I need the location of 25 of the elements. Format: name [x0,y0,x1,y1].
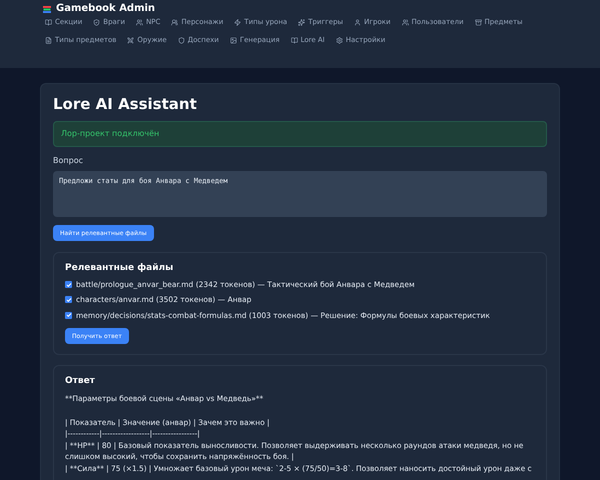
checkbox[interactable] [65,281,72,288]
gear-icon [336,37,343,44]
page-title: Lore AI Assistant [53,96,198,112]
checkbox[interactable] [65,312,72,319]
app-title: Gamebook Admin [56,2,156,16]
users-icon [136,19,144,26]
checkbox[interactable] [65,296,72,304]
sparkle-icon [298,19,306,26]
users-icon [402,19,409,26]
file-icon [45,37,52,44]
user-icon [354,19,362,26]
users-icon [171,19,178,26]
swords-icon [127,37,134,44]
shield-icon [178,37,185,44]
book-icon [45,19,52,26]
answer-title: Ответ [65,374,96,388]
shield-check-icon [93,19,100,26]
archive-icon [474,19,482,26]
book-icon [290,37,298,44]
status-alert: Лор-проект подключён [53,121,547,147]
image-icon [230,37,237,44]
books-icon [42,4,52,14]
question-label: Вопрос [53,155,84,167]
files-title: Релевантные файлы [65,262,174,274]
lightning-icon [234,19,242,26]
